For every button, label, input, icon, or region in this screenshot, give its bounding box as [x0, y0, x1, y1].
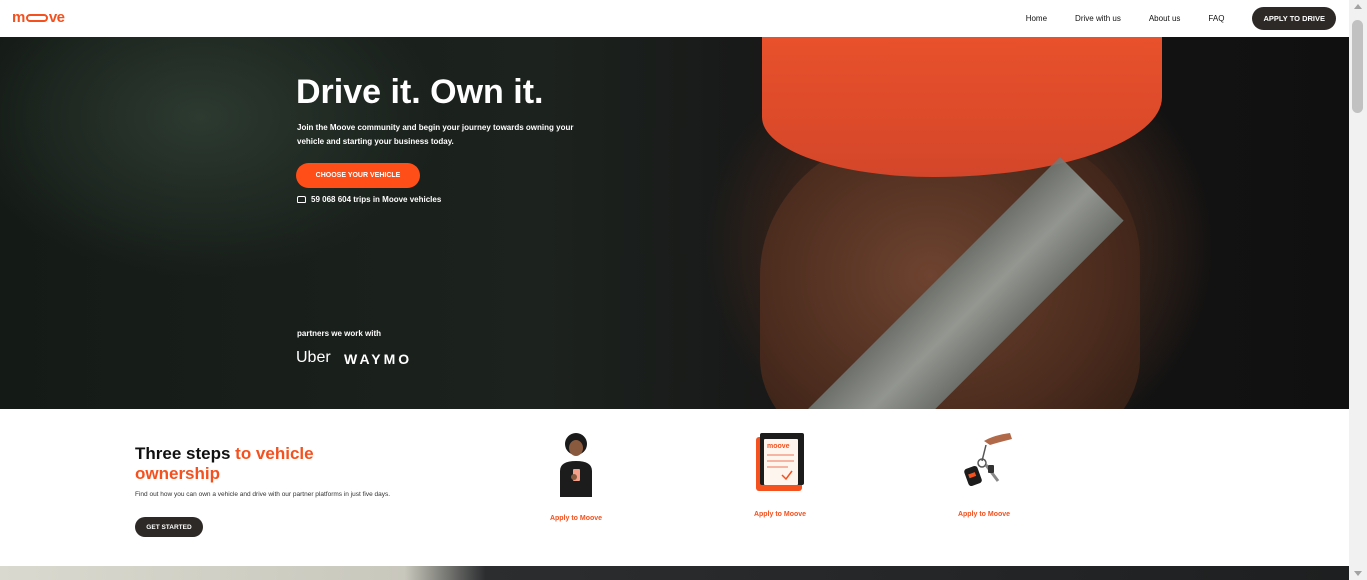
- steps-heading: Three steps to vehicle ownership: [135, 444, 355, 484]
- steps-description: Find out how you can own a vehicle and d…: [135, 491, 391, 498]
- uber-logo: Uber: [296, 349, 331, 366]
- logo-pill-icon: [25, 13, 48, 22]
- hero-title: Drive it. Own it.: [296, 73, 544, 111]
- get-started-button[interactable]: GET STARTED: [135, 517, 203, 537]
- choose-vehicle-button[interactable]: CHOOSE YOUR VEHICLE: [296, 163, 420, 188]
- nav-link-faq[interactable]: FAQ: [1208, 14, 1224, 23]
- scroll-down-arrow-icon[interactable]: [1354, 571, 1362, 576]
- apply-to-drive-button[interactable]: APPLY TO DRIVE: [1252, 7, 1336, 30]
- trips-text: 59 068 604 trips in Moove vehicles: [311, 195, 442, 204]
- steps-section: Three steps to vehicle ownership Find ou…: [0, 409, 1349, 566]
- page-scrollbar[interactable]: [1349, 0, 1367, 580]
- nav-link-drive-with-us[interactable]: Drive with us: [1075, 14, 1121, 23]
- logo-text-end: ve: [48, 9, 65, 26]
- nav-link-about-us[interactable]: About us: [1149, 14, 1181, 23]
- svg-text:moove: moove: [767, 443, 790, 450]
- person-phone-icon: [560, 433, 592, 497]
- step-item-keys: Apply to Moove: [944, 431, 1024, 518]
- step-link-1[interactable]: Apply to Moove: [536, 515, 616, 522]
- moove-logo[interactable]: m ve: [12, 9, 65, 26]
- nav-links: Home Drive with us About us FAQ APPLY TO…: [1026, 7, 1336, 30]
- car-icon: [297, 196, 306, 203]
- hero-subtitle: Join the Moove community and begin your …: [297, 123, 574, 146]
- step-link-2[interactable]: Apply to Moove: [740, 511, 820, 518]
- steps-heading-plain: Three steps: [135, 444, 236, 463]
- nav-link-home[interactable]: Home: [1026, 14, 1047, 23]
- logo-text-start: m: [12, 9, 25, 26]
- hero-photo-headwrap: [762, 37, 1162, 177]
- waymo-logo: WAYMO: [344, 351, 413, 367]
- car-keys-icon: [964, 433, 1012, 487]
- step-item-document: moove Apply to Moove: [740, 431, 820, 518]
- scroll-thumb[interactable]: [1352, 20, 1363, 113]
- scroll-up-arrow-icon[interactable]: [1354, 4, 1362, 9]
- next-section-preview: [0, 566, 1349, 580]
- document-icon: moove: [756, 433, 804, 491]
- partners-label: partners we work with: [297, 329, 382, 338]
- step-link-3[interactable]: Apply to Moove: [944, 511, 1024, 518]
- top-nav: m ve Home Drive with us About us FAQ APP…: [0, 0, 1349, 37]
- trips-counter: 59 068 604 trips in Moove vehicles: [297, 195, 441, 204]
- step-item-apply: Apply to Moove: [536, 431, 616, 522]
- hero-section: Drive it. Own it. Join the Moove communi…: [0, 37, 1349, 409]
